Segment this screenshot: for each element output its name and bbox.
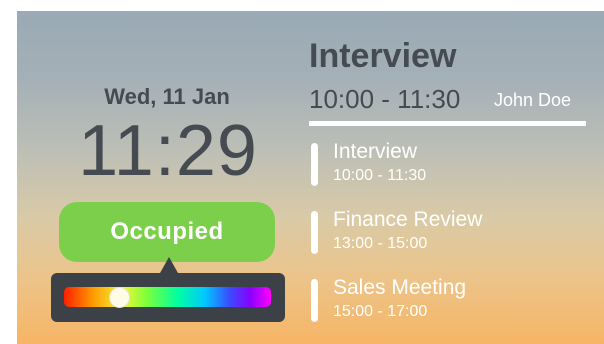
agenda-item-marker (311, 143, 318, 186)
color-picker-panel (51, 273, 285, 322)
current-date: Wed, 11 Jan (104, 84, 230, 109)
color-spectrum-slider[interactable] (64, 287, 271, 308)
meeting-organizer: John Doe (494, 90, 572, 110)
agenda-item-name: Finance Review (333, 208, 483, 231)
meeting-time: 10:00 - 11:30 (309, 84, 461, 114)
meeting-title: Interview (309, 37, 457, 75)
agenda-list: Interview 10:00 - 11:30 Finance Review 1… (311, 140, 591, 344)
color-slider-handle[interactable] (109, 287, 130, 308)
current-time: 11:29 (78, 111, 258, 191)
agenda-item[interactable]: Sales Meeting 15:00 - 17:00 (311, 276, 591, 325)
status-badge[interactable]: Occupied (59, 202, 275, 262)
agenda-item-time: 10:00 - 11:30 (333, 167, 427, 184)
agenda-item[interactable]: Finance Review 13:00 - 15:00 (311, 208, 591, 257)
room-display-screen: Wed, 11 Jan 11:29 Occupied Interview 10:… (17, 11, 604, 344)
agenda-item-name: Interview (333, 140, 418, 163)
divider (309, 121, 586, 126)
agenda-item-name: Sales Meeting (333, 276, 467, 299)
agenda-item-time: 13:00 - 15:00 (333, 235, 428, 252)
agenda-item-marker (311, 211, 318, 254)
agenda-item[interactable]: Interview 10:00 - 11:30 (311, 140, 591, 189)
agenda-item-time: 15:00 - 17:00 (333, 303, 428, 320)
color-picker-pointer (160, 257, 178, 273)
agenda-item-marker (311, 279, 318, 322)
status-label: Occupied (110, 218, 224, 245)
